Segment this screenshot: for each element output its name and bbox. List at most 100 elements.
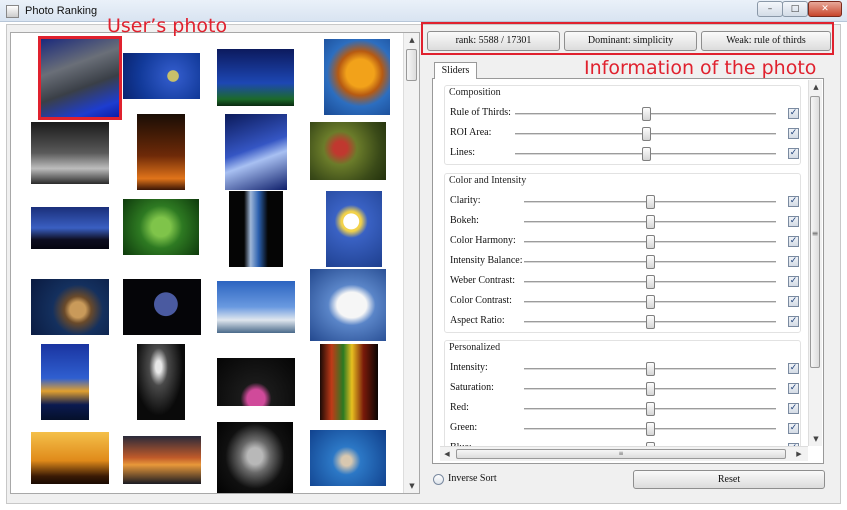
slider-handle[interactable] xyxy=(641,107,651,121)
sliders-scroll-right-icon[interactable]: ▶ xyxy=(792,447,806,461)
inverse-sort-radio[interactable] xyxy=(433,474,444,485)
inverse-sort-label: Inverse Sort xyxy=(448,473,497,484)
slider-enable-checkbox[interactable]: ✓ xyxy=(788,423,799,434)
slider-handle[interactable] xyxy=(646,295,655,309)
slider-label: ROI Area: xyxy=(450,127,492,138)
scroll-down-arrow-icon[interactable]: ▼ xyxy=(404,479,419,493)
photo-thumbnail-autumn-leaf[interactable] xyxy=(324,39,390,115)
slider-enable-checkbox[interactable]: ✓ xyxy=(788,403,799,414)
photo-grid-scrollbar[interactable]: ▲ ▼ xyxy=(403,33,419,493)
photo-thumbnail-blue-neon-glass[interactable] xyxy=(225,114,287,190)
slider-handle[interactable] xyxy=(646,195,655,209)
reset-button[interactable]: Reset xyxy=(633,470,825,489)
app-icon xyxy=(6,5,19,18)
close-button[interactable]: ✕ xyxy=(808,1,842,17)
slider-enable-checkbox[interactable]: ✓ xyxy=(788,256,799,267)
slider-row: Green: ✓ xyxy=(440,420,806,438)
sliders-scroll-thumb[interactable]: ≡ xyxy=(810,96,820,368)
slider-row: ROI Area: ✓ xyxy=(440,125,806,143)
photo-thumbnail-fern[interactable] xyxy=(123,199,199,255)
slider-label: Lines: xyxy=(450,147,475,158)
dominant-button[interactable]: Dominant: simplicity xyxy=(564,31,697,51)
slider-enable-checkbox[interactable]: ✓ xyxy=(788,216,799,227)
photo-thumbnail-hummingbird[interactable] xyxy=(310,122,386,180)
slider-row: Intensity Balance: ✓ xyxy=(440,253,806,271)
photo-thumbnail-daisy[interactable] xyxy=(326,191,382,267)
slider-enable-checkbox[interactable]: ✓ xyxy=(788,108,799,119)
photo-grid-scroll-thumb[interactable] xyxy=(406,49,417,81)
sliders-scroll-left-icon[interactable]: ◀ xyxy=(440,447,454,461)
slider-row: Intensity: ✓ xyxy=(440,360,806,378)
slider-enable-checkbox[interactable]: ✓ xyxy=(788,236,799,247)
slider-handle[interactable] xyxy=(646,315,655,329)
slider-handle[interactable] xyxy=(646,275,655,289)
slider-label: Saturation: xyxy=(450,382,494,393)
slider-enable-checkbox[interactable]: ✓ xyxy=(788,383,799,394)
photo-thumbnail-robot-statue[interactable] xyxy=(38,36,122,120)
photo-info-annotation: Information of the photo xyxy=(584,57,817,79)
photo-thumbnail-seagull[interactable] xyxy=(310,269,386,341)
slider-label: Intensity: xyxy=(450,362,488,373)
photo-thumbnail-water-bottle[interactable] xyxy=(229,191,283,267)
sliders-vertical-scrollbar[interactable]: ▲ ≡ ▼ xyxy=(808,80,822,446)
slider-label: Bokeh: xyxy=(450,215,479,226)
slider-enable-checkbox[interactable]: ✓ xyxy=(788,363,799,374)
sliders-list: Composition Rule of Thirds: ✓ ROI Area: ✓ Lin… xyxy=(440,80,806,448)
slider-handle[interactable] xyxy=(646,402,655,416)
photo-thumbnail-light-beams[interactable] xyxy=(31,122,109,184)
photo-thumbnail-crescent-moon[interactable] xyxy=(123,279,201,335)
slider-handle[interactable] xyxy=(641,127,651,141)
slider-row: Lines: ✓ xyxy=(440,145,806,163)
slider-handle[interactable] xyxy=(646,382,655,396)
users-photo-annotation: User’s photo xyxy=(107,15,228,37)
slider-handle[interactable] xyxy=(646,215,655,229)
weak-button[interactable]: Weak: rule of thirds xyxy=(701,31,831,51)
sliders-scroll-down-icon[interactable]: ▼ xyxy=(809,432,823,446)
slider-row: Aspect Ratio: ✓ xyxy=(440,313,806,331)
slider-enable-checkbox[interactable]: ✓ xyxy=(788,296,799,307)
slider-label: Rule of Thirds: xyxy=(450,107,511,118)
photo-thumbnail-palm-sunset[interactable] xyxy=(31,207,109,249)
photo-thumbnail-night-sky[interactable] xyxy=(217,49,294,106)
slider-handle[interactable] xyxy=(641,147,651,161)
slider-label: Clarity: xyxy=(450,195,481,206)
sliders-horizontal-scrollbar[interactable]: ◀ ≡ ▶ xyxy=(440,446,808,461)
minimize-button[interactable]: – xyxy=(757,1,783,17)
slider-row: Bokeh: ✓ xyxy=(440,213,806,231)
photo-thumbnail-spoon-seeds[interactable] xyxy=(31,279,109,335)
photo-thumbnail-underwater-shell[interactable] xyxy=(310,430,386,486)
photo-thumbnail-ice-skater[interactable] xyxy=(137,344,185,420)
slider-label: Aspect Ratio: xyxy=(450,315,505,326)
slider-label: Color Contrast: xyxy=(450,295,512,306)
photo-thumbnail-blue-glass[interactable] xyxy=(123,53,200,99)
photo-thumbnail-dusk-landscape[interactable] xyxy=(123,436,201,484)
scroll-up-arrow-icon[interactable]: ▲ xyxy=(404,33,419,47)
slider-enable-checkbox[interactable]: ✓ xyxy=(788,148,799,159)
slider-row: Weber Contrast: ✓ xyxy=(440,273,806,291)
tab-sliders[interactable]: Sliders xyxy=(434,62,477,79)
rank-button[interactable]: rank: 5588 / 17301 xyxy=(427,31,560,51)
photo-thumbnail-opera-house[interactable] xyxy=(41,344,89,420)
slider-enable-checkbox[interactable]: ✓ xyxy=(788,196,799,207)
slider-handle[interactable] xyxy=(646,235,655,249)
slider-handle[interactable] xyxy=(646,422,655,436)
photo-thumbnail-fire-glow[interactable] xyxy=(137,114,185,190)
slider-enable-checkbox[interactable]: ✓ xyxy=(788,128,799,139)
photo-thumbnail-wind-turbines[interactable] xyxy=(217,281,295,333)
photo-grid: ▲ ▼ xyxy=(10,32,420,494)
window-title: Photo Ranking xyxy=(25,5,98,17)
sliders-scroll-up-icon[interactable]: ▲ xyxy=(809,80,823,94)
photo-thumbnail-face-portrait[interactable] xyxy=(217,422,293,493)
photo-thumbnail-stained-glass[interactable] xyxy=(320,344,378,420)
slider-row: Saturation: ✓ xyxy=(440,380,806,398)
slider-row: Clarity: ✓ xyxy=(440,193,806,211)
slider-enable-checkbox[interactable]: ✓ xyxy=(788,276,799,287)
slider-label: Green: xyxy=(450,422,478,433)
maximize-button[interactable]: □ xyxy=(782,1,808,17)
slider-handle[interactable] xyxy=(646,362,655,376)
photo-thumbnail-tree-sunset[interactable] xyxy=(31,432,109,484)
slider-enable-checkbox[interactable]: ✓ xyxy=(788,316,799,327)
sliders-hscroll-thumb[interactable]: ≡ xyxy=(456,449,786,459)
photo-thumbnail-pink-lotus[interactable] xyxy=(217,358,295,406)
slider-handle[interactable] xyxy=(646,255,655,269)
